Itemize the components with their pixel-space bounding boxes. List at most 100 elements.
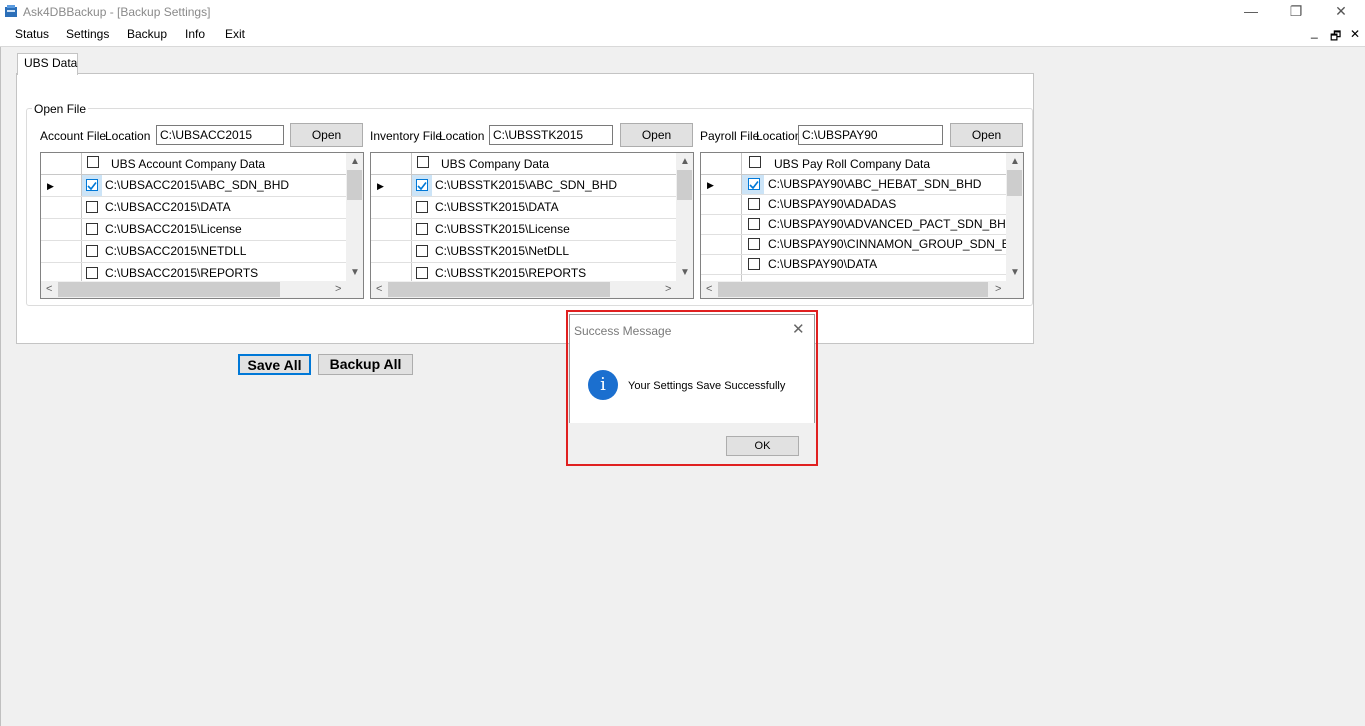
row-path: C:\UBSACC2015\DATA [105,200,231,214]
backup-all-button[interactable]: Backup All [318,354,413,375]
payroll-location-input[interactable]: C:\UBSPAY90 [798,125,943,145]
vertical-scrollbar[interactable]: ▲ ▼ [1006,153,1023,283]
vertical-scrollbar[interactable]: ▲ ▼ [346,153,363,283]
row-path: C:\UBSSTK2015\REPORTS [435,266,587,280]
payroll-grid[interactable]: UBS Pay Roll Company Data ▶ C:\UBSPAY90\… [700,152,1024,299]
scroll-left-icon[interactable]: < [706,283,712,295]
column-header: UBS Account Company Data [111,157,266,171]
scroll-thumb[interactable] [718,282,988,297]
scroll-right-icon[interactable]: > [335,283,341,295]
column-header: UBS Pay Roll Company Data [774,157,931,171]
menu-backup[interactable]: Backup [127,27,167,41]
window-left-border [0,47,1,726]
scroll-left-icon[interactable]: < [376,283,382,295]
close-button[interactable]: ✕ [1321,2,1361,22]
row-checkbox[interactable] [416,201,428,213]
row-pointer-icon: ▶ [47,181,54,191]
row-checkbox[interactable] [748,218,760,230]
select-all-checkbox[interactable] [749,156,761,168]
row-path: C:\UBSPAY90\ABC_HEBAT_SDN_BHD [768,177,982,191]
mdi-minimize-button[interactable]: _ [1311,25,1318,39]
row-checkbox[interactable] [86,201,98,213]
row-path: C:\UBSSTK2015\License [435,222,570,236]
menu-info[interactable]: Info [185,27,205,41]
row-path: C:\UBSSTK2015\NetDLL [435,244,570,258]
horizontal-scrollbar[interactable]: < > [371,281,693,298]
row-checkbox[interactable] [416,179,428,191]
account-open-button[interactable]: Open [290,123,363,147]
row-path: C:\UBSPAY90\CINNAMON_GROUP_SDN_BHD [768,237,1024,251]
minimize-button[interactable]: — [1231,2,1271,22]
row-pointer-icon: ▶ [707,180,714,190]
row-path: C:\UBSPAY90\ADVANCED_PACT_SDN_BHD [768,217,1015,231]
scroll-right-icon[interactable]: > [665,283,671,295]
save-all-button[interactable]: Save All [238,354,311,375]
payroll-open-button[interactable]: Open [950,123,1023,147]
column-header: UBS Company Data [441,157,550,171]
row-checkbox[interactable] [748,258,760,270]
mdi-close-button[interactable]: ✕ [1350,27,1360,41]
row-path: C:\UBSSTK2015\ABC_SDN_BHD [435,178,618,192]
row-checkbox[interactable] [86,267,98,279]
row-checkbox[interactable] [416,245,428,257]
row-path: C:\UBSACC2015\ABC_SDN_BHD [105,178,290,192]
select-all-checkbox[interactable] [87,156,99,168]
horizontal-scrollbar[interactable]: < > [701,281,1023,298]
row-path: C:\UBSSTK2015\DATA [435,200,559,214]
inventory-open-button[interactable]: Open [620,123,693,147]
check-icon [417,182,427,191]
inventory-location-input[interactable]: C:\UBSSTK2015 [489,125,613,145]
row-path: C:\UBSPAY90\DATA [768,257,878,271]
scroll-down-icon[interactable]: ▼ [1010,267,1020,278]
scroll-thumb[interactable] [677,170,692,200]
vertical-scrollbar[interactable]: ▲ ▼ [676,153,693,283]
scroll-thumb[interactable] [58,282,280,297]
row-checkbox[interactable] [416,223,428,235]
menu-settings[interactable]: Settings [66,27,109,41]
app-icon [5,5,17,17]
row-path: C:\UBSACC2015\NETDLL [105,244,247,258]
scroll-up-icon[interactable]: ▲ [680,156,690,167]
row-pointer-icon: ▶ [377,181,384,191]
check-icon [749,181,759,190]
horizontal-scrollbar[interactable]: < > [41,281,363,298]
row-checkbox[interactable] [86,223,98,235]
payroll-file-label: Payroll File [700,129,760,143]
account-grid[interactable]: UBS Account Company Data ▶ C:\UBSACC2015… [40,152,364,299]
inventory-grid[interactable]: UBS Company Data ▶ C:\UBSSTK2015\ABC_SDN… [370,152,694,299]
menu-exit[interactable]: Exit [225,27,245,41]
restore-button[interactable]: ❐ [1276,2,1316,22]
dialog-close-icon[interactable]: ✕ [792,320,805,338]
account-location-label: Location [105,129,151,143]
account-location-input[interactable]: C:\UBSACC2015 [156,125,284,145]
scroll-thumb[interactable] [1007,170,1022,196]
inventory-location-label: Location [439,129,485,143]
dialog-message: Your Settings Save Successfully [628,380,786,392]
row-checkbox[interactable] [86,245,98,257]
scroll-right-icon[interactable]: > [995,283,1001,295]
menu-status[interactable]: Status [15,27,49,41]
scroll-down-icon[interactable]: ▼ [680,267,690,278]
ok-button[interactable]: OK [726,436,799,456]
row-path: C:\UBSACC2015\REPORTS [105,266,259,280]
scroll-thumb[interactable] [347,170,362,200]
select-all-checkbox[interactable] [417,156,429,168]
row-checkbox[interactable] [748,178,760,190]
scroll-up-icon[interactable]: ▲ [1010,156,1020,167]
scroll-thumb[interactable] [388,282,610,297]
dialog-title: Success Message [574,324,672,338]
scroll-down-icon[interactable]: ▼ [350,267,360,278]
window-title: Ask4DBBackup - [Backup Settings] [23,5,211,19]
row-checkbox[interactable] [86,179,98,191]
row-checkbox[interactable] [748,198,760,210]
row-checkbox[interactable] [748,238,760,250]
scroll-up-icon[interactable]: ▲ [350,156,360,167]
payroll-location-label: Location [756,129,802,143]
mdi-restore-button[interactable]: 🗗 [1330,27,1341,48]
row-path: C:\UBSACC2015\License [105,222,242,236]
row-checkbox[interactable] [416,267,428,279]
row-path: C:\UBSPAY90\ADADAS [768,197,897,211]
scroll-left-icon[interactable]: < [46,283,52,295]
inventory-file-label: Inventory File [370,129,443,143]
group-label: Open File [32,102,89,116]
